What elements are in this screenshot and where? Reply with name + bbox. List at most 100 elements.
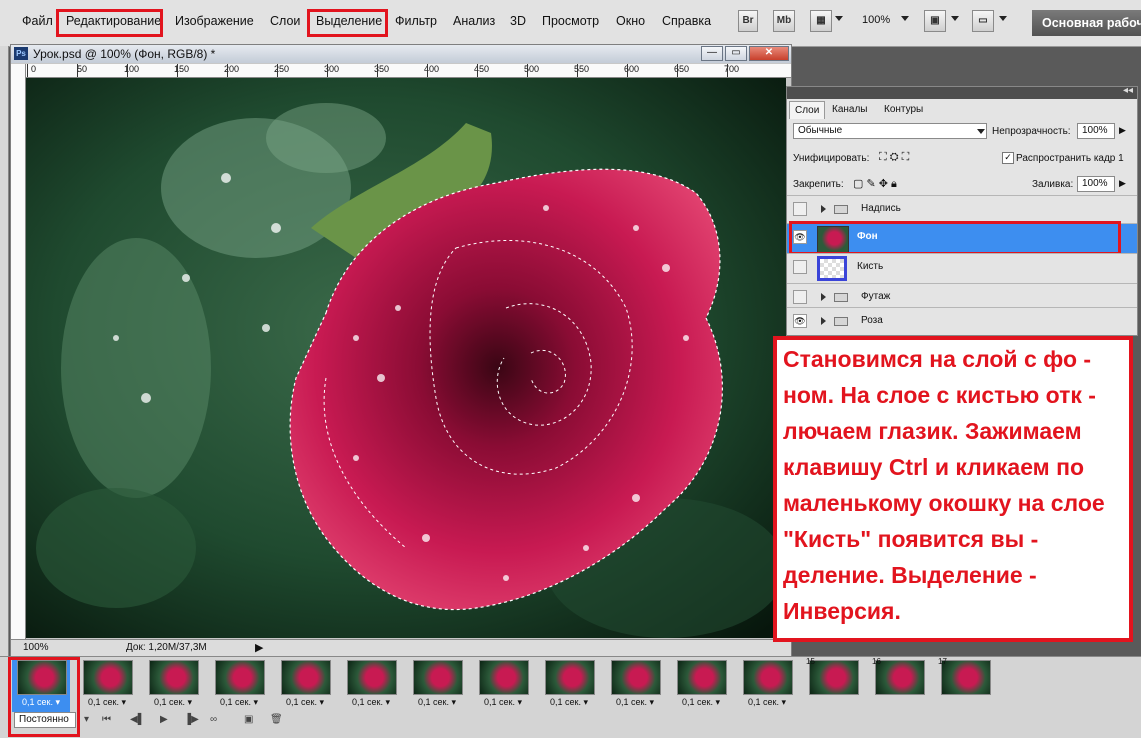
frame-delay[interactable]: 0,1 сек. ▾: [342, 697, 400, 708]
tab-paths[interactable]: Контуры: [879, 101, 928, 118]
horizontal-ruler[interactable]: 0 50 100 150 200 250 300 350 400 450 500…: [19, 64, 791, 78]
minibridge-button[interactable]: Mb: [773, 10, 795, 32]
frame-thumbnail[interactable]: [83, 660, 133, 695]
menu-filter[interactable]: Фильтр: [395, 14, 437, 28]
status-menu-arrow-icon[interactable]: ▶: [255, 641, 263, 654]
visibility-toggle[interactable]: [793, 260, 807, 274]
document-titlebar[interactable]: Ps Урок.psd @ 100% (Фон, RGB/8) * — ▭ ✕: [11, 45, 791, 63]
menu-file[interactable]: Файл: [22, 14, 53, 28]
view-extras-button[interactable]: ▦: [810, 10, 832, 32]
frame-thumbnail[interactable]: [479, 660, 529, 695]
bridge-button[interactable]: Br: [738, 10, 758, 32]
timeline-frame[interactable]: 0,1 сек. ▾: [78, 660, 136, 712]
timeline-frame[interactable]: 0,1 сек. ▾: [474, 660, 532, 712]
frame-thumbnail[interactable]: [743, 660, 793, 695]
timeline-frame[interactable]: 0,1 сек. ▾: [606, 660, 664, 712]
lock-icons[interactable]: ▢ ✎ ✥ 🔒︎: [853, 177, 897, 191]
frame-delay[interactable]: 0,1 сек. ▾: [540, 697, 598, 708]
menu-analysis[interactable]: Анализ: [453, 14, 495, 28]
timeline-frame[interactable]: 0,1 сек. ▾: [672, 660, 730, 712]
menu-view[interactable]: Просмотр: [542, 14, 599, 28]
menu-layers[interactable]: Слои: [270, 14, 300, 28]
prev-frame-icon[interactable]: ◀▌: [130, 714, 145, 725]
chevron-down-icon[interactable]: [999, 16, 1007, 21]
new-frame-icon[interactable]: ▣: [244, 714, 253, 725]
visibility-toggle[interactable]: [793, 290, 807, 304]
expand-arrow-icon[interactable]: [821, 205, 826, 213]
tab-layers[interactable]: Слои: [789, 101, 826, 119]
timeline-frame[interactable]: 0,1 сек. ▾: [342, 660, 400, 712]
expand-arrow-icon[interactable]: [821, 317, 826, 325]
timeline-frame[interactable]: 0,1 сек. ▾: [408, 660, 466, 712]
frame-thumbnail[interactable]: [347, 660, 397, 695]
menu-3d[interactable]: 3D: [510, 14, 526, 28]
tab-channels[interactable]: Каналы: [827, 101, 873, 118]
timeline-frame[interactable]: 17: [936, 657, 994, 712]
timeline-frame[interactable]: 15: [804, 657, 862, 712]
chevron-down-icon[interactable]: [951, 16, 959, 21]
frame-thumbnail[interactable]: [281, 660, 331, 695]
workspace-button[interactable]: Основная рабочая среда: [1032, 10, 1141, 36]
frame-thumbnail[interactable]: [149, 660, 199, 695]
close-button[interactable]: ✕: [749, 46, 789, 61]
frame-delay[interactable]: 0,1 сек. ▾: [738, 697, 796, 708]
frame-delay[interactable]: 0,1 сек. ▾: [408, 697, 466, 708]
propagate-checkbox[interactable]: ✓: [1002, 152, 1014, 164]
frame-thumbnail[interactable]: [809, 660, 859, 695]
play-icon[interactable]: ▶: [160, 714, 168, 725]
eye-icon[interactable]: 👁︎: [793, 314, 807, 328]
menu-help[interactable]: Справка: [662, 14, 711, 28]
canvas-image[interactable]: [26, 78, 786, 638]
blend-mode-select[interactable]: Обычные: [793, 123, 987, 139]
timeline-frame[interactable]: 0,1 сек. ▾: [540, 660, 598, 712]
layer-row-nadpis[interactable]: Надпись: [787, 195, 1137, 223]
frame-thumbnail[interactable]: [413, 660, 463, 695]
frame-delay[interactable]: 0,1 сек. ▾: [606, 697, 664, 708]
maximize-button[interactable]: ▭: [725, 46, 747, 61]
frame-thumbnail[interactable]: [611, 660, 661, 695]
minimize-button[interactable]: —: [701, 46, 723, 61]
frame-delay[interactable]: 0,1 сек. ▾: [672, 697, 730, 708]
frame-delay[interactable]: 0,1 сек. ▾: [276, 697, 334, 708]
timeline-frame[interactable]: 0,1 сек. ▾: [276, 660, 334, 712]
loop-select[interactable]: Постоянно: [14, 712, 76, 728]
fill-slider-arrow-icon[interactable]: ▶: [1119, 178, 1126, 189]
frame-delay[interactable]: 0,1 сек. ▾: [210, 697, 268, 708]
panel-header[interactable]: ◂◂: [787, 85, 1137, 99]
document-size-info[interactable]: Док: 1,20M/37,3M: [126, 642, 207, 653]
chevron-down-icon[interactable]: [835, 16, 843, 21]
frame-thumbnail[interactable]: [215, 660, 265, 695]
layer-row-roza[interactable]: 👁︎ Роза: [787, 307, 1137, 335]
first-frame-icon[interactable]: ⏮: [102, 714, 111, 725]
transparent-thumbnail[interactable]: [817, 256, 847, 281]
layer-row-kist[interactable]: Кисть: [787, 253, 1137, 283]
vertical-ruler[interactable]: [11, 64, 26, 639]
unify-icons[interactable]: ⛶ ⛭ ⛶: [879, 151, 909, 164]
frame-thumbnail[interactable]: [941, 660, 991, 695]
arrange-documents-button[interactable]: ▣: [924, 10, 946, 32]
menu-window[interactable]: Окно: [616, 14, 645, 28]
timeline-frame[interactable]: 16: [870, 657, 928, 712]
screen-mode-button[interactable]: ▭: [972, 10, 994, 32]
fill-field[interactable]: 100%: [1077, 176, 1115, 192]
tween-icon[interactable]: ∞: [210, 714, 217, 725]
zoom-status[interactable]: 100%: [23, 642, 49, 653]
frame-delay[interactable]: 0,1 сек. ▾: [474, 697, 532, 708]
collapse-icon[interactable]: ◂◂: [1123, 85, 1133, 96]
tools-panel-edge[interactable]: [0, 46, 9, 656]
zoom-level[interactable]: 100%: [862, 14, 890, 26]
frame-thumbnail[interactable]: [545, 660, 595, 695]
frame-thumbnail[interactable]: [875, 660, 925, 695]
opacity-field[interactable]: 100%: [1077, 123, 1115, 139]
menu-image[interactable]: Изображение: [175, 14, 254, 28]
trash-icon[interactable]: 🗑︎: [270, 714, 283, 725]
visibility-toggle[interactable]: [793, 202, 807, 216]
chevron-down-icon[interactable]: [901, 16, 909, 21]
timeline-frame[interactable]: 0,1 сек. ▾: [738, 660, 796, 712]
chevron-down-icon[interactable]: [977, 129, 985, 134]
next-frame-icon[interactable]: ▐▶: [184, 714, 199, 725]
frame-thumbnail[interactable]: [677, 660, 727, 695]
opacity-slider-arrow-icon[interactable]: ▶: [1119, 125, 1126, 136]
timeline-frame[interactable]: 0,1 сек. ▾: [144, 660, 202, 712]
chevron-down-icon[interactable]: ▾: [84, 714, 89, 725]
